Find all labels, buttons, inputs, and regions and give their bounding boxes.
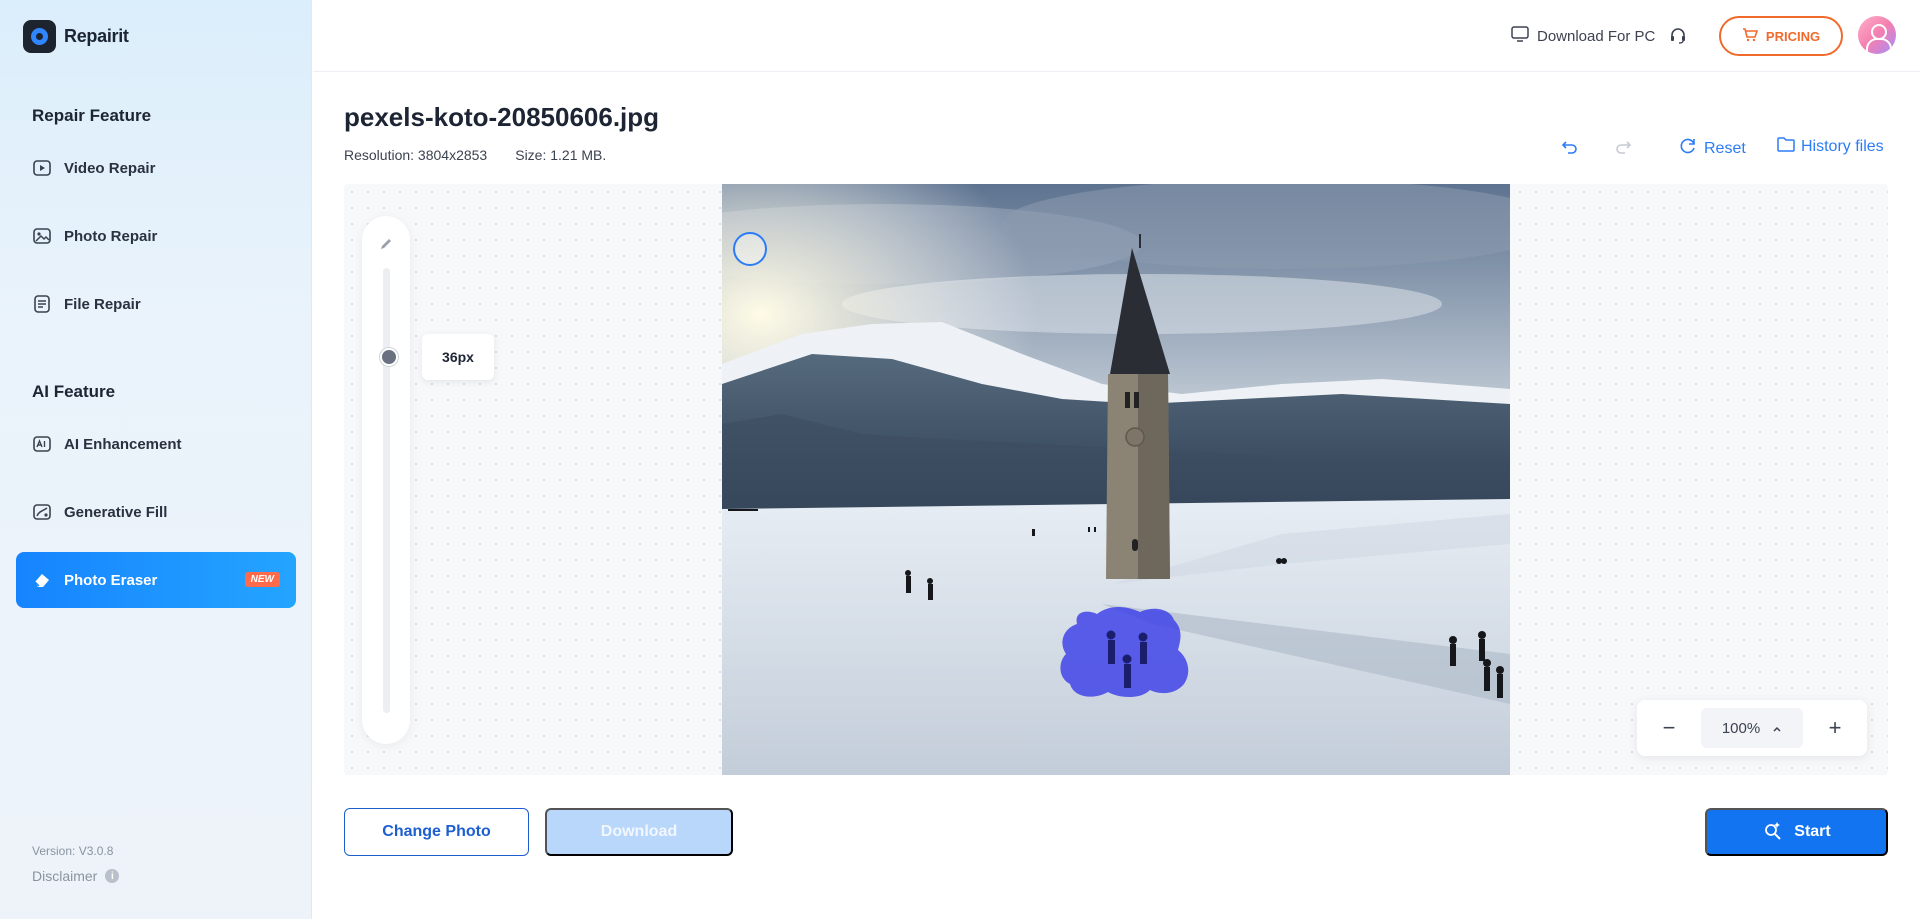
- photo-image: [722, 184, 1510, 775]
- section-title-repair: Repair Feature: [32, 106, 152, 125]
- sidebar-item-photo-repair[interactable]: Photo Repair: [16, 208, 296, 264]
- app-version: Version: V3.0.8: [32, 844, 114, 858]
- download-button[interactable]: Download: [545, 808, 733, 856]
- sidebar: Repairit Repair Feature Video Repair Pho…: [0, 0, 312, 919]
- disclaimer-link[interactable]: Disclaimer i: [32, 868, 120, 884]
- photo-icon: [32, 226, 52, 246]
- video-icon: [32, 158, 52, 178]
- sidebar-item-label: Photo Repair: [64, 227, 158, 245]
- redo-icon: [1613, 136, 1633, 161]
- pricing-button[interactable]: PRICING: [1719, 16, 1843, 56]
- app-logo[interactable]: Repairit: [23, 20, 129, 53]
- top-bar: Download For PC PRICING: [313, 0, 1920, 72]
- sidebar-item-label: Photo Eraser: [64, 571, 158, 589]
- brush-size-tooltip: 36px: [422, 334, 494, 380]
- pricing-label: PRICING: [1765, 28, 1821, 44]
- zoom-in-button[interactable]: +: [1821, 714, 1849, 742]
- new-badge: NEW: [244, 572, 280, 587]
- brush-size-panel: [362, 216, 410, 744]
- fill-icon: [32, 502, 52, 522]
- brush-icon: [378, 236, 394, 257]
- sparkle-magic-icon: [1762, 819, 1784, 846]
- history-files-button[interactable]: History files: [1777, 136, 1884, 157]
- history-files-label: History files: [1801, 137, 1884, 155]
- undo-icon: [1560, 136, 1580, 161]
- eraser-icon: [32, 570, 52, 590]
- sidebar-item-generative-fill[interactable]: Generative Fill: [16, 484, 296, 540]
- monitor-icon: [1511, 26, 1529, 46]
- reset-label: Reset: [1704, 139, 1746, 157]
- sidebar-item-label: File Repair: [64, 295, 141, 313]
- file-name-title: pexels-koto-20850606.jpg: [344, 102, 660, 132]
- eraser-mask-area: [1060, 607, 1189, 697]
- support-headset-icon[interactable]: [1667, 25, 1689, 47]
- zoom-level-value: 100%: [1721, 719, 1761, 737]
- start-button[interactable]: Start: [1705, 808, 1888, 856]
- cart-icon: [1742, 27, 1759, 45]
- zoom-out-button[interactable]: −: [1655, 714, 1683, 742]
- brush-size-slider-thumb[interactable]: [380, 348, 398, 366]
- change-photo-button[interactable]: Change Photo: [344, 808, 529, 856]
- section-title-ai: AI Feature: [32, 382, 116, 401]
- file-size: Size: 1.21 MB.: [515, 147, 607, 163]
- sidebar-item-file-repair[interactable]: File Repair: [16, 276, 296, 332]
- sidebar-item-label: Video Repair: [64, 159, 156, 177]
- zoom-control: − 100% +: [1637, 700, 1867, 756]
- download-for-pc-link[interactable]: Download For PC: [1511, 26, 1655, 46]
- info-icon: i: [105, 869, 120, 883]
- disclaimer-label: Disclaimer: [32, 868, 98, 884]
- sidebar-item-photo-eraser[interactable]: Photo Eraser NEW: [16, 552, 296, 608]
- brush-size-slider[interactable]: [383, 268, 390, 713]
- photo-preview[interactable]: [722, 184, 1510, 775]
- repairit-logo-icon: [23, 20, 56, 53]
- file-icon: [32, 294, 52, 314]
- sidebar-item-video-repair[interactable]: Video Repair: [16, 140, 296, 196]
- sidebar-item-label: AI Enhancement: [64, 435, 182, 453]
- sidebar-item-label: Generative Fill: [64, 503, 168, 521]
- undo-button[interactable]: [1560, 136, 1580, 161]
- app-name: Repairit: [64, 26, 129, 46]
- file-resolution: Resolution: 3804x2853: [344, 147, 488, 163]
- user-avatar[interactable]: [1858, 16, 1896, 54]
- zoom-level-select[interactable]: 100%: [1701, 708, 1803, 748]
- redo-button[interactable]: [1613, 136, 1633, 161]
- brush-cursor: [733, 232, 767, 266]
- start-label: Start: [1794, 823, 1831, 840]
- download-for-pc-label: Download For PC: [1537, 27, 1656, 45]
- ai-icon: [32, 434, 52, 454]
- reset-button[interactable]: Reset: [1678, 136, 1746, 161]
- folder-icon: [1777, 136, 1795, 157]
- sidebar-item-ai-enhancement[interactable]: AI Enhancement: [16, 416, 296, 472]
- file-meta: Resolution: 3804x2853 Size: 1.21 MB.: [344, 147, 606, 163]
- chevron-up-icon: [1772, 720, 1782, 737]
- refresh-icon: [1678, 136, 1698, 161]
